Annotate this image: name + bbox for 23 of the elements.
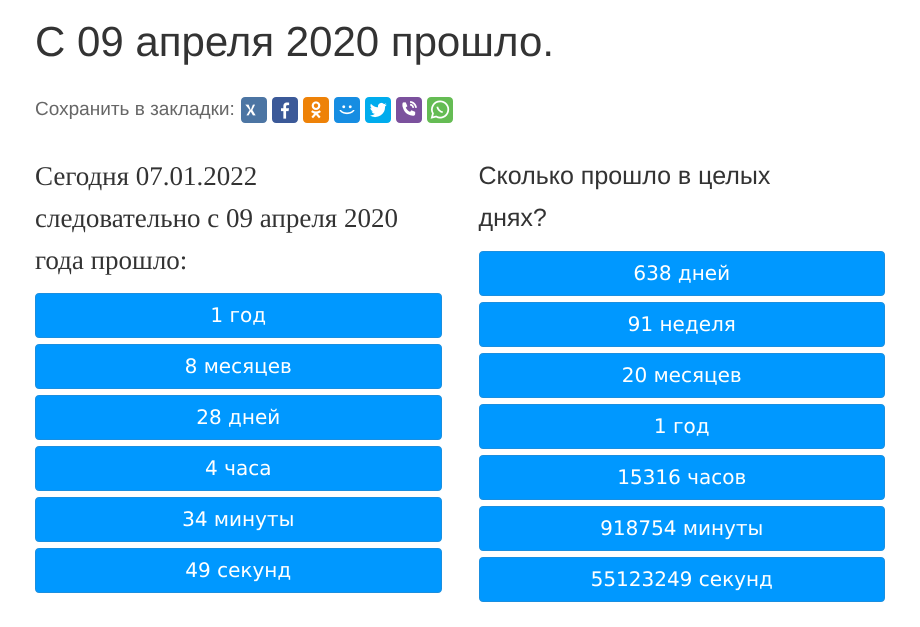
duration-badge: 638 дней [478,250,885,296]
duration-badge: 91 неделя [478,302,885,346]
bookmarks-label: Сохранить в закладки: [35,98,235,122]
chat-share-icon[interactable] [426,97,453,124]
phone-share-icon[interactable] [396,97,422,124]
today-text: Сегодня 07.01.2022 следовательно с 09 апреля 2020 года прошло: [35,160,399,277]
duration-badge: 34 минуты [35,496,442,542]
duration-badge: 49 секунд [35,548,442,592]
duration-badge: 20 месяцев [478,352,885,398]
facebook-share-icon[interactable] [272,97,298,124]
duration-badge: 918754 минуты [478,506,885,550]
duration-badge: 1 год [478,404,885,448]
duration-badge: 1 год [35,292,442,338]
whole-units-heading: Сколько прошло в целых днях? [478,160,772,234]
page-title: С 09 апреля 2020 прошло. [35,17,555,67]
duration-badge: 28 дней [35,394,442,440]
duration-badge: 15316 часов [478,454,885,500]
bird-share-icon[interactable] [364,97,391,124]
duration-badge: 8 месяцев [35,344,442,388]
smile-share-icon[interactable] [334,97,360,124]
duration-badge: 4 часа [35,446,442,490]
duration-badge: 55123249 секунд [478,556,885,602]
ok-share-icon[interactable] [302,97,329,124]
